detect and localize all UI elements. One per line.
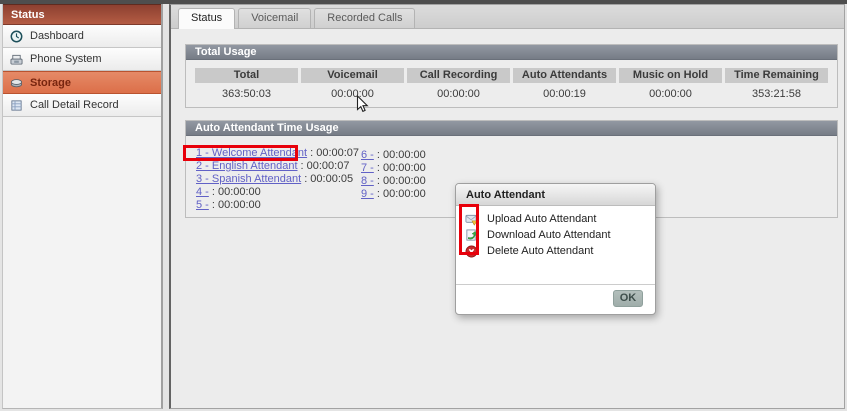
attendant-time: : 00:00:05 <box>304 173 354 185</box>
usage-value-call-recording: 00:00:00 <box>437 88 480 100</box>
delete-auto-attendant-item[interactable]: Delete Auto Attendant <box>456 243 655 259</box>
dialog-title: Auto Attendant <box>456 184 655 206</box>
total-usage-table: Total Voicemail Call Recording Auto Atte… <box>195 68 828 101</box>
clock-icon <box>10 30 23 42</box>
tab-status[interactable]: Status <box>178 8 236 29</box>
disk-icon <box>10 79 23 88</box>
column-header: Music on Hold <box>619 68 722 83</box>
attendant-row: 4 -: 00:00:00 <box>196 186 359 199</box>
attendant-time: : 00:00:00 <box>376 188 426 200</box>
attendant-time: : 00:00:07 <box>310 147 360 159</box>
column-header: Time Remaining <box>725 68 828 83</box>
usage-value-voicemail: 00:00:00 <box>331 88 374 100</box>
tab-voicemail[interactable]: Voicemail <box>238 8 312 28</box>
usage-value-time-remaining: 353:21:58 <box>752 88 801 100</box>
sidebar: Status Dashboard Phone System Storage Ca… <box>2 4 163 409</box>
sidebar-item-label: Storage <box>30 76 71 89</box>
attendant-time: : 00:00:00 <box>376 162 426 174</box>
sidebar-item-phone-system[interactable]: Phone System <box>3 48 161 71</box>
total-usage-title: Total Usage <box>186 45 837 60</box>
download-icon <box>466 229 478 241</box>
attendant-time: : 00:00:00 <box>211 186 261 198</box>
dialog-body: Upload Auto Attendant Download Auto Atte… <box>456 206 655 259</box>
attendant-time: : 00:00:00 <box>376 149 426 161</box>
attendant-time: : 00:00:00 <box>211 199 261 211</box>
attendant-row: 5 -: 00:00:00 <box>196 199 359 212</box>
attendant-row: 2 - English Attendant: 00:00:07 <box>196 160 359 173</box>
attendant-row: 6 -: 00:00:00 <box>361 149 426 162</box>
attendant-time: : 00:00:00 <box>376 175 426 187</box>
attendant-row: 1 - Welcome Attendant: 00:00:07 <box>196 147 359 160</box>
attendant-link-6[interactable]: 6 - <box>361 149 374 161</box>
attendant-list-column-2: 6 -: 00:00:00 7 -: 00:00:00 8 -: 00:00:0… <box>361 149 426 201</box>
attendant-row: 7 -: 00:00:00 <box>361 162 426 175</box>
attendant-link-8[interactable]: 8 - <box>361 175 374 187</box>
sidebar-item-call-detail-record[interactable]: Call Detail Record <box>3 94 161 117</box>
attendant-link-1[interactable]: 1 - Welcome Attendant <box>196 147 307 159</box>
usage-value-total: 363:50:03 <box>222 88 271 100</box>
dialog-item-label: Upload Auto Attendant <box>487 213 597 225</box>
tab-bar: Status Voicemail Recorded Calls <box>171 5 844 29</box>
attendant-row: 3 - Spanish Attendant: 00:00:05 <box>196 173 359 186</box>
attendant-row: 9 -: 00:00:00 <box>361 188 426 201</box>
attendant-link-7[interactable]: 7 - <box>361 162 374 174</box>
attendant-time: : 00:00:07 <box>300 160 350 172</box>
attendant-usage-title: Auto Attendant Time Usage <box>186 121 837 136</box>
delete-icon <box>465 245 478 257</box>
dialog-item-label: Download Auto Attendant <box>487 229 611 241</box>
attendant-row: 8 -: 00:00:00 <box>361 175 426 188</box>
attendant-link-2[interactable]: 2 - English Attendant <box>196 160 298 172</box>
attendant-link-3[interactable]: 3 - Spanish Attendant <box>196 173 301 185</box>
column-header: Auto Attendants <box>513 68 616 83</box>
tab-recorded-calls[interactable]: Recorded Calls <box>314 8 416 28</box>
ok-button[interactable]: OK <box>613 290 643 307</box>
sidebar-item-label: Call Detail Record <box>30 99 119 111</box>
usage-value-auto-attendants: 00:00:19 <box>543 88 586 100</box>
phone-icon <box>10 54 23 65</box>
attendant-link-4[interactable]: 4 - <box>196 186 209 198</box>
download-auto-attendant-item[interactable]: Download Auto Attendant <box>456 227 655 243</box>
upload-auto-attendant-item[interactable]: Upload Auto Attendant <box>456 211 655 227</box>
dialog-separator <box>456 284 655 285</box>
sidebar-item-label: Phone System <box>30 53 102 65</box>
auto-attendant-dialog: Auto Attendant Upload Auto Attendant Dow… <box>455 183 656 315</box>
column-header: Call Recording <box>407 68 510 83</box>
sidebar-item-label: Dashboard <box>30 30 84 42</box>
sidebar-item-dashboard[interactable]: Dashboard <box>3 25 161 48</box>
dialog-item-label: Delete Auto Attendant <box>487 245 594 257</box>
upload-icon <box>465 214 478 226</box>
attendant-link-9[interactable]: 9 - <box>361 188 374 200</box>
table-icon <box>11 99 22 111</box>
column-header: Total <box>195 68 298 83</box>
column-header: Voicemail <box>301 68 404 83</box>
sidebar-item-storage[interactable]: Storage <box>3 71 161 94</box>
attendant-list-column-1: 1 - Welcome Attendant: 00:00:07 2 - Engl… <box>196 147 359 212</box>
usage-value-music-on-hold: 00:00:00 <box>649 88 692 100</box>
total-usage-section: Total Usage Total Voicemail Call Recordi… <box>185 44 838 108</box>
sidebar-header: Status <box>3 4 161 25</box>
attendant-link-5[interactable]: 5 - <box>196 199 209 211</box>
